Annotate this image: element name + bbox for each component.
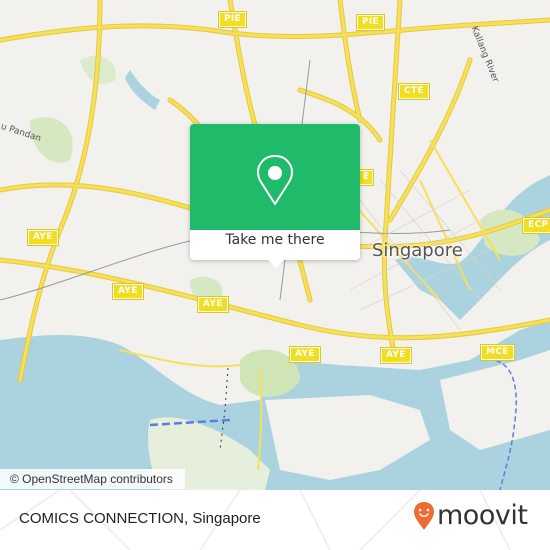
popup-arrow — [268, 260, 284, 268]
highway-shield: AYE — [197, 296, 229, 313]
moovit-pin-logo-icon — [414, 502, 434, 530]
moovit-logo[interactable]: moovit — [413, 500, 528, 531]
place-name: COMICS CONNECTION, Singapore — [19, 510, 261, 527]
take-me-there-button[interactable]: Take me there — [190, 232, 360, 248]
highway-shield: AYE — [380, 347, 412, 364]
highway-shield: E — [357, 169, 375, 186]
highway-shield: ECP — [521, 217, 550, 234]
highway-shield: AYE — [27, 229, 59, 246]
footer-bar: COMICS CONNECTION, Singapore moovit — [0, 490, 550, 550]
highway-shield: PIE — [218, 11, 247, 28]
location-pin-icon — [257, 155, 293, 205]
highway-shield: AYE — [289, 346, 321, 363]
highway-shield: AYE — [112, 283, 144, 300]
location-popup[interactable]: Take me there — [190, 124, 360, 268]
highway-shield: MCE — [480, 344, 515, 361]
map-attribution[interactable]: © OpenStreetMap contributors — [0, 469, 185, 489]
map-view[interactable]: PIE PIE CTE AYE AYE AYE AYE AYE MCE ECP … — [0, 0, 550, 490]
highway-shield: CTE — [398, 83, 430, 100]
reservoir-water — [125, 70, 160, 110]
moovit-wordmark: moovit — [437, 500, 528, 531]
highway-shield: PIE — [356, 14, 385, 31]
popup-header — [190, 124, 360, 230]
city-label: Singapore — [372, 240, 463, 261]
